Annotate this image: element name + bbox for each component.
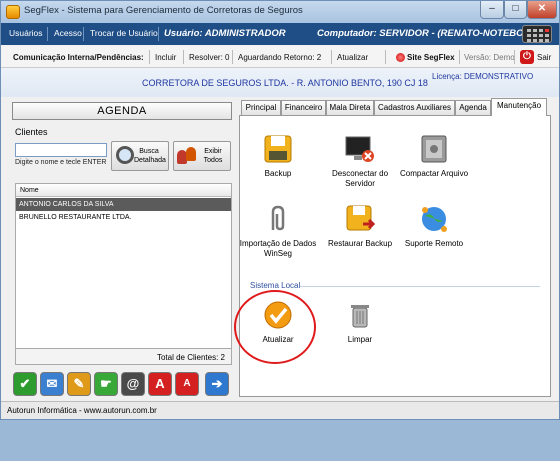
font-small-button[interactable]: A [175,372,199,396]
clients-list: Nome ANTONIO CARLOS DA SILVA BRUNELLO RE… [15,183,232,349]
total-clients: Total de Clientes: 2 [156,353,225,362]
company-bar: CORRETORA DE SEGUROS LTDA. - R. ANTONIO … [1,68,559,97]
app-window: SegFlex - Sistema para Gerenciamento de … [0,0,560,420]
font-large-button[interactable]: A [148,372,172,396]
at-button[interactable]: @ [121,372,145,396]
tab-mala-direta[interactable]: Mala Direta [326,100,374,115]
disconnect-server-label: Desconectar do Servidor [331,169,389,188]
paperclip-icon [263,204,293,234]
resolve-button[interactable]: Resolver: 0 [189,53,229,62]
right-panel: Principal Financeiro Mala Direta Cadastr… [234,98,551,397]
edit-button[interactable]: ✎ [67,372,91,396]
exit-button[interactable]: Sair [537,53,551,62]
detailed-search-label: Busca Detalhada [134,148,166,164]
list-header-name[interactable]: Nome [16,184,231,197]
menu-trocar-usuario[interactable]: Trocar de Usuário [90,28,158,38]
status-bar: Autorun Informática - www.autorun.com.br [1,401,559,419]
checkmark-circle-icon [263,300,293,330]
menu-bar: Usuários Acesso Trocar de Usuário Usuári… [1,23,559,45]
list-item[interactable]: BRUNELLO RESTAURANTE LTDA. [16,211,231,224]
site-segflex-link[interactable]: Site SegFlex [407,53,455,62]
restore-backup-label: Restaurar Backup [327,239,393,248]
show-all-button[interactable]: Exibir Todos [173,141,231,171]
envelope-icon: ✉ [46,376,58,391]
font-a-icon: A [155,376,165,391]
backup-label: Backup [264,169,292,178]
awaiting-button[interactable]: Aguardando Retorno: 2 [238,53,321,62]
check-icon: ✔ [19,376,31,391]
magnifier-icon [116,146,134,164]
toolbar: Comunicação Interna/Pendências: Incluir … [1,46,559,68]
tab-principal[interactable]: Principal [241,100,281,115]
maintenance-content: Backup Desconectar do Servidor Compactar… [234,115,551,397]
segflex-logo-icon [6,5,20,19]
tab-financeiro[interactable]: Financeiro [281,100,326,115]
minimize-button[interactable]: – [480,1,504,19]
tab-agenda[interactable]: Agenda [455,100,491,115]
detailed-search-button[interactable]: Busca Detalhada [111,141,169,171]
restore-backup-tile[interactable]: Restaurar Backup [320,204,400,249]
compact-file-label: Compactar Arquivo [399,169,469,178]
arrow-right-icon: ➔ [211,376,223,391]
status-text: Autorun Informática - www.autorun.com.br [7,406,157,415]
import-winseg-label: Importação de Dados WinSeg [239,239,317,258]
globe-network-icon [419,204,449,234]
local-system-section: Sistema Local [250,281,301,290]
people-icon [177,146,199,166]
power-icon[interactable]: ⏻ [520,50,534,64]
clients-label: Clientes [15,127,48,137]
total-bar: Total de Clientes: 2 [15,349,232,365]
list-item[interactable]: ANTONIO CARLOS DA SILVA [16,198,231,211]
trash-can-icon [345,300,375,330]
section-divider [300,286,540,287]
version-label: Versão: Demo [464,53,515,62]
comm-label: Comunicação Interna/Pendências: [13,53,144,62]
remote-support-label: Suporte Remoto [404,239,464,248]
confirm-button[interactable]: ✔ [13,372,37,396]
hand-icon: ☛ [100,376,112,391]
calculator-icon[interactable] [522,25,552,43]
pencil-icon: ✎ [73,376,85,391]
backup-tile[interactable]: Backup [238,134,318,179]
computer-name: Computador: SERVIDOR - (RENATO-NOTEBOOK) [317,28,541,39]
agenda-button[interactable]: AGENDA [12,102,232,120]
close-button[interactable]: ✕ [527,1,557,19]
maximize-button[interactable]: □ [504,1,527,19]
clean-label: Limpar [347,335,373,344]
tab-cadastros-auxiliares[interactable]: Cadastros Auxiliares [374,100,455,115]
restore-floppy-icon [345,204,376,234]
clean-tile[interactable]: Limpar [320,300,400,345]
client-search-input[interactable] [15,143,107,157]
window-title: SegFlex - Sistema para Gerenciamento de … [24,5,303,16]
disconnect-server-tile[interactable]: Desconectar do Servidor [320,134,400,189]
search-hint: Digite o nome e tecle ENTER [15,159,107,166]
menu-usuarios[interactable]: Usuários [9,28,43,38]
title-bar: SegFlex - Sistema para Gerenciamento de … [1,1,559,23]
menu-acesso[interactable]: Acesso [54,28,82,38]
tab-manutencao[interactable]: Manutenção [491,98,547,116]
company-info: CORRETORA DE SEGUROS LTDA. - R. ANTONIO … [142,78,428,88]
next-button[interactable]: ➔ [205,372,229,396]
floppy-disk-icon [263,134,293,164]
import-winseg-tile[interactable]: Importação de Dados WinSeg [238,204,318,259]
update-tile[interactable]: Atualizar [234,290,318,364]
site-icon [396,53,405,62]
include-button[interactable]: Incluir [155,53,176,62]
show-all-label: Exibir Todos [203,148,223,164]
safe-icon [419,134,449,164]
font-a-small-icon: A [183,378,191,389]
compact-file-tile[interactable]: Compactar Arquivo [394,134,474,179]
disconnect-monitor-icon [345,134,375,164]
update-button[interactable]: Atualizar [337,53,368,62]
license-label: Licença: DEMONSTRATIVO [432,72,534,81]
hand-button[interactable]: ☛ [94,372,118,396]
email-button[interactable]: ✉ [40,372,64,396]
left-panel: AGENDA Clientes Digite o nome e tecle EN… [9,98,233,400]
remote-support-tile[interactable]: Suporte Remoto [394,204,474,249]
at-sign-icon: @ [126,376,140,391]
current-user: Usuário: ADMINISTRADOR [164,28,286,39]
